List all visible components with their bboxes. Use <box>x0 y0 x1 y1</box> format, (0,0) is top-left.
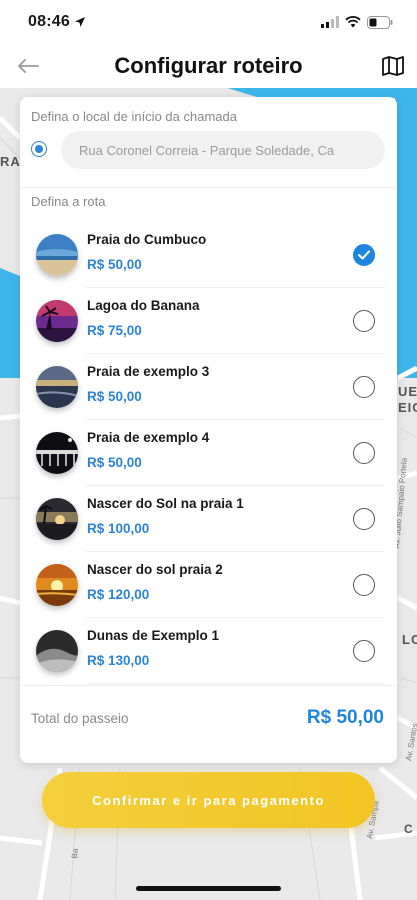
route-name: Nascer do Sol na praia 1 <box>87 496 244 511</box>
app-header: Configurar roteiro <box>0 44 417 88</box>
map-view-button[interactable] <box>379 52 407 80</box>
status-time-group: 08:46 <box>28 13 86 31</box>
route-config-card: Defina o local de início da chamada Defi… <box>20 97 397 763</box>
route-section-label: Defina a rota <box>31 194 106 209</box>
route-name: Praia de exemplo 4 <box>87 430 210 445</box>
start-location-label: Defina o local de início da chamada <box>31 109 237 124</box>
battery-icon <box>367 15 393 29</box>
route-name: Nascer do sol praia 2 <box>87 562 223 577</box>
route-thumbnail <box>36 366 78 408</box>
route-item-dunas-de-exemplo-1[interactable]: Dunas de Exemplo 1 R$ 130,00 <box>20 618 397 684</box>
status-time: 08:46 <box>28 13 70 30</box>
map-label-3: EIC <box>398 400 417 415</box>
route-price: R$ 50,00 <box>87 257 142 272</box>
back-button[interactable] <box>14 52 42 80</box>
route-thumbnail <box>36 300 78 342</box>
route-checkbox-checked[interactable] <box>353 244 375 266</box>
route-thumbnail <box>36 630 78 672</box>
route-name: Praia de exemplo 3 <box>87 364 210 379</box>
route-price: R$ 50,00 <box>87 455 142 470</box>
total-label: Total do passeio <box>31 711 129 726</box>
status-icons <box>321 15 393 29</box>
route-price: R$ 100,00 <box>87 521 150 536</box>
route-checkbox[interactable] <box>353 508 375 530</box>
route-checkbox[interactable] <box>353 442 375 464</box>
page-title: Configurar roteiro <box>114 53 303 78</box>
route-price: R$ 130,00 <box>87 653 150 668</box>
start-location-radio[interactable] <box>31 141 47 157</box>
map-label-5: C <box>404 822 414 836</box>
route-item-nascer-do-sol-na-praia-1[interactable]: Nascer do Sol na praia 1 R$ 100,00 <box>20 486 397 552</box>
route-price: R$ 75,00 <box>87 323 142 338</box>
route-checkbox[interactable] <box>353 376 375 398</box>
arrow-left-icon <box>18 59 39 73</box>
route-item-praia-de-exemplo-4[interactable]: Praia de exemplo 4 R$ 50,00 <box>20 420 397 486</box>
cellular-signal-icon <box>321 16 339 28</box>
route-name: Dunas de Exemplo 1 <box>87 628 220 643</box>
route-thumbnail <box>36 234 78 276</box>
route-name: Praia do Cumbuco <box>87 232 207 247</box>
total-divider <box>20 685 397 686</box>
route-price: R$ 50,00 <box>87 389 142 404</box>
status-bar: 08:46 <box>0 0 417 44</box>
route-name: Lagoa do Banana <box>87 298 200 313</box>
checkmark-icon <box>358 250 370 260</box>
route-checkbox[interactable] <box>353 574 375 596</box>
route-price: R$ 120,00 <box>87 587 150 602</box>
map-label-4: LO <box>402 632 417 647</box>
start-location-input[interactable] <box>61 131 385 169</box>
confirm-payment-button[interactable]: Confirmar e ir para pagamento <box>42 772 375 828</box>
route-item-praia-de-exemplo-3[interactable]: Praia de exemplo 3 R$ 50,00 <box>20 354 397 420</box>
map-street-4: Ba <box>70 848 80 859</box>
map-icon <box>382 56 404 76</box>
route-thumbnail <box>36 432 78 474</box>
route-item-nascer-do-sol-praia-2[interactable]: Nascer do sol praia 2 R$ 120,00 <box>20 552 397 618</box>
route-checkbox[interactable] <box>353 310 375 332</box>
route-checkbox[interactable] <box>353 640 375 662</box>
total-value: R$ 50,00 <box>306 707 384 728</box>
route-thumbnail <box>36 564 78 606</box>
section-divider <box>20 187 397 188</box>
wifi-icon <box>345 16 361 28</box>
route-thumbnail <box>36 498 78 540</box>
route-item-lagoa-do-banana[interactable]: Lagoa do Banana R$ 75,00 <box>20 288 397 354</box>
route-list: Praia do Cumbuco R$ 50,00 Lagoa do Banan… <box>20 222 397 684</box>
location-arrow-icon <box>74 17 85 27</box>
home-indicator[interactable] <box>136 886 281 891</box>
map-label-2: UE <box>398 384 417 399</box>
route-item-praia-do-cumbuco[interactable]: Praia do Cumbuco R$ 50,00 <box>20 222 397 288</box>
